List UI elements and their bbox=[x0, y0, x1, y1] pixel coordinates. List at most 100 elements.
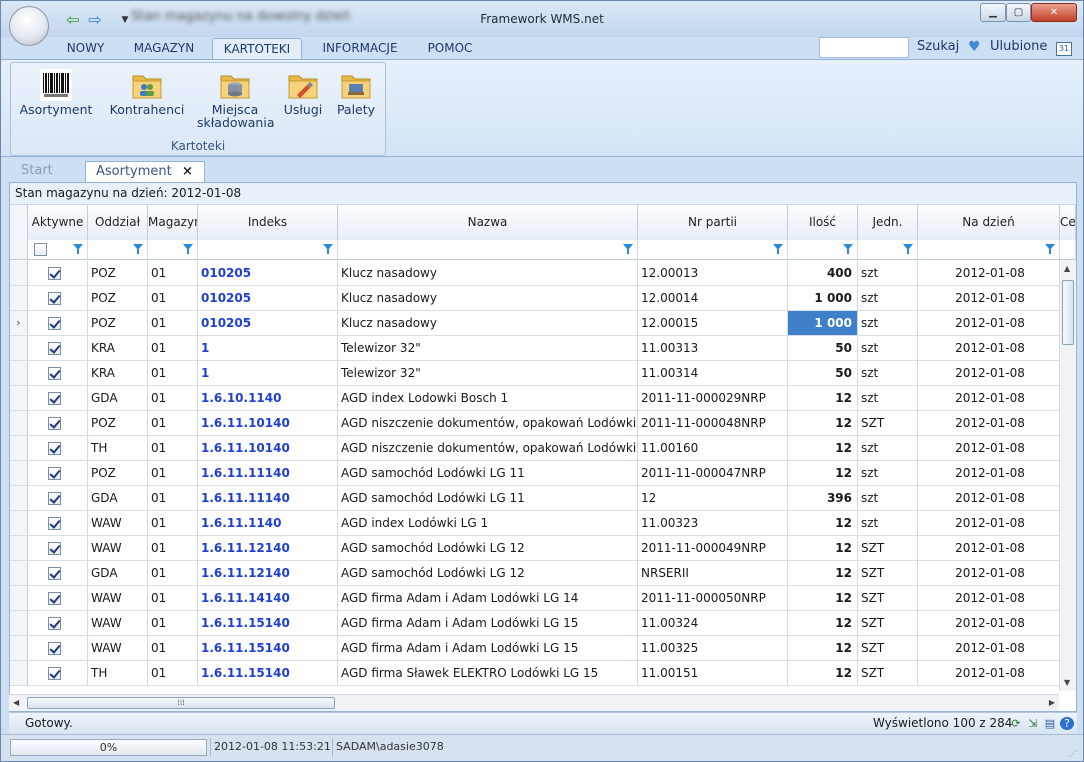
uslugi-button[interactable]: Usługi bbox=[278, 69, 328, 116]
cell-aktywne[interactable] bbox=[28, 386, 88, 410]
active-checkbox[interactable] bbox=[48, 642, 61, 655]
row-selector[interactable] bbox=[10, 661, 28, 685]
filter-cell-na-dzien[interactable] bbox=[918, 240, 1060, 259]
table-row[interactable]: WAW 01 1.6.11.1140 AGD index Lodówki LG 1 11… bbox=[10, 511, 1076, 536]
favorites-button[interactable]: Ulubione bbox=[990, 39, 1047, 54]
column-header-jedn[interactable]: Jedn. bbox=[858, 205, 918, 240]
cell-aktywne[interactable] bbox=[28, 436, 88, 460]
column-header-aktywne[interactable]: Aktywne bbox=[28, 205, 88, 240]
cell-aktywne[interactable] bbox=[28, 286, 88, 310]
cell-indeks[interactable]: 1.6.11.12140 bbox=[198, 561, 338, 585]
cell-indeks[interactable]: 1.6.11.14140 bbox=[198, 586, 338, 610]
cell-ilosc[interactable]: 12 bbox=[788, 511, 858, 535]
filter-funnel-icon[interactable] bbox=[1045, 244, 1055, 254]
filter-funnel-icon[interactable] bbox=[133, 244, 143, 254]
cell-ilosc[interactable]: 1 000 bbox=[788, 286, 858, 310]
cell-indeks[interactable]: 1.6.11.15140 bbox=[198, 611, 338, 635]
cell-oddzial[interactable]: KRA bbox=[88, 336, 148, 360]
filter-cell-aktywne[interactable] bbox=[28, 240, 88, 259]
cell-oddzial[interactable]: POZ bbox=[88, 286, 148, 310]
forward-arrow-icon[interactable]: ⇨ bbox=[85, 11, 105, 29]
cell-oddzial[interactable]: POZ bbox=[88, 411, 148, 435]
cell-na-dzien[interactable]: 2012-01-08 bbox=[918, 486, 1060, 510]
filter-funnel-icon[interactable] bbox=[843, 244, 853, 254]
cell-na-dzien[interactable]: 2012-01-08 bbox=[918, 311, 1060, 335]
table-row[interactable]: GDA 01 1.6.10.1140 AGD index Lodowki Bosch … bbox=[10, 386, 1076, 411]
active-checkbox[interactable] bbox=[48, 467, 61, 480]
cell-na-dzien[interactable]: 2012-01-08 bbox=[918, 261, 1060, 285]
cell-nazwa[interactable]: AGD samochód Lodówki LG 11 bbox=[338, 486, 638, 510]
tab-asortyment[interactable]: Asortyment × bbox=[85, 161, 205, 183]
cell-magazyn[interactable]: 01 bbox=[148, 286, 198, 310]
search-button[interactable]: Szukaj bbox=[917, 39, 959, 54]
filter-checkbox[interactable] bbox=[34, 243, 47, 256]
row-selector[interactable] bbox=[10, 636, 28, 660]
row-selector[interactable] bbox=[10, 586, 28, 610]
table-row[interactable]: TH 01 1.6.11.10140 AGD niszczenie dokumentó… bbox=[10, 436, 1076, 461]
cell-nazwa[interactable]: AGD index Lodowki Bosch 1 bbox=[338, 386, 638, 410]
vertical-scrollbar[interactable]: ▲ ▼ bbox=[1059, 260, 1076, 691]
cell-oddzial[interactable]: POZ bbox=[88, 311, 148, 335]
active-checkbox[interactable] bbox=[48, 667, 61, 680]
tab-start[interactable]: Start bbox=[11, 161, 89, 183]
cell-nr-partii[interactable]: 11.00324 bbox=[638, 611, 788, 635]
cell-jedn[interactable]: szt bbox=[858, 461, 918, 485]
cell-indeks[interactable]: 010205 bbox=[198, 311, 338, 335]
kontrahenci-button[interactable]: Kontrahenci bbox=[101, 69, 193, 116]
cell-aktywne[interactable] bbox=[28, 261, 88, 285]
tab-nowy[interactable]: NOWY bbox=[58, 38, 113, 60]
cell-jedn[interactable]: SZT bbox=[858, 411, 918, 435]
cell-aktywne[interactable] bbox=[28, 311, 88, 335]
cell-nazwa[interactable]: Klucz nasadowy bbox=[338, 311, 638, 335]
cell-indeks[interactable]: 1.6.11.1140 bbox=[198, 511, 338, 535]
table-row[interactable]: TH 01 1.6.11.15140 AGD firma Sławek ELEKTRO… bbox=[10, 661, 1076, 686]
active-checkbox[interactable] bbox=[48, 392, 61, 405]
cell-ilosc[interactable]: 12 bbox=[788, 386, 858, 410]
search-input[interactable] bbox=[819, 37, 909, 58]
back-arrow-icon[interactable]: ⇦ bbox=[63, 11, 83, 29]
cell-oddzial[interactable]: POZ bbox=[88, 461, 148, 485]
active-checkbox[interactable] bbox=[48, 342, 61, 355]
cell-nr-partii[interactable]: 2011-11-000048NRP bbox=[638, 411, 788, 435]
cell-jedn[interactable]: SZT bbox=[858, 561, 918, 585]
cell-indeks[interactable]: 1 bbox=[198, 361, 338, 385]
scroll-down-icon[interactable]: ▼ bbox=[1064, 678, 1070, 687]
cell-nr-partii[interactable]: 12.00014 bbox=[638, 286, 788, 310]
cell-nr-partii[interactable]: 2011-11-000049NRP bbox=[638, 536, 788, 560]
cell-nazwa[interactable]: AGD niszczenie dokumentów, opakowań Lodó… bbox=[338, 436, 638, 460]
vertical-scroll-thumb[interactable] bbox=[1062, 280, 1074, 345]
active-checkbox[interactable] bbox=[48, 617, 61, 630]
active-checkbox[interactable] bbox=[48, 542, 61, 555]
cell-oddzial[interactable]: WAW bbox=[88, 636, 148, 660]
cell-magazyn[interactable]: 01 bbox=[148, 436, 198, 460]
row-selector[interactable] bbox=[10, 361, 28, 385]
cell-na-dzien[interactable]: 2012-01-08 bbox=[918, 586, 1060, 610]
cell-nazwa[interactable]: AGD firma Adam i Adam Lodówki LG 14 bbox=[338, 586, 638, 610]
column-header-cena[interactable]: Ce bbox=[1060, 205, 1076, 240]
cell-magazyn[interactable]: 01 bbox=[148, 536, 198, 560]
cell-jedn[interactable]: szt bbox=[858, 361, 918, 385]
row-selector[interactable] bbox=[10, 286, 28, 310]
cell-indeks[interactable]: 1.6.11.11140 bbox=[198, 486, 338, 510]
cell-indeks[interactable]: 010205 bbox=[198, 261, 338, 285]
filter-cell-indeks[interactable] bbox=[198, 240, 338, 259]
filter-cell-nr-partii[interactable] bbox=[638, 240, 788, 259]
cell-indeks[interactable]: 1.6.11.10140 bbox=[198, 436, 338, 460]
active-checkbox[interactable] bbox=[48, 417, 61, 430]
print-icon[interactable]: ▤ bbox=[1043, 717, 1057, 730]
cell-nr-partii[interactable]: 11.00160 bbox=[638, 436, 788, 460]
asortyment-button[interactable]: Asortyment bbox=[17, 69, 95, 116]
close-tab-icon[interactable]: × bbox=[182, 162, 193, 182]
cell-jedn[interactable]: szt bbox=[858, 286, 918, 310]
filter-cell-cena[interactable] bbox=[1060, 240, 1076, 259]
cell-indeks[interactable]: 1.6.11.15140 bbox=[198, 636, 338, 660]
row-selector[interactable] bbox=[10, 536, 28, 560]
table-row[interactable]: WAW 01 1.6.11.12140 AGD samochód Lodówki LG… bbox=[10, 536, 1076, 561]
cell-jedn[interactable]: SZT bbox=[858, 536, 918, 560]
cell-ilosc[interactable]: 12 bbox=[788, 436, 858, 460]
filter-cell-ilosc[interactable] bbox=[788, 240, 858, 259]
close-button[interactable]: ✕ bbox=[1031, 3, 1077, 22]
row-selector[interactable] bbox=[10, 486, 28, 510]
cell-magazyn[interactable]: 01 bbox=[148, 586, 198, 610]
tab-kartoteki[interactable]: KARTOTEKI bbox=[212, 38, 302, 60]
